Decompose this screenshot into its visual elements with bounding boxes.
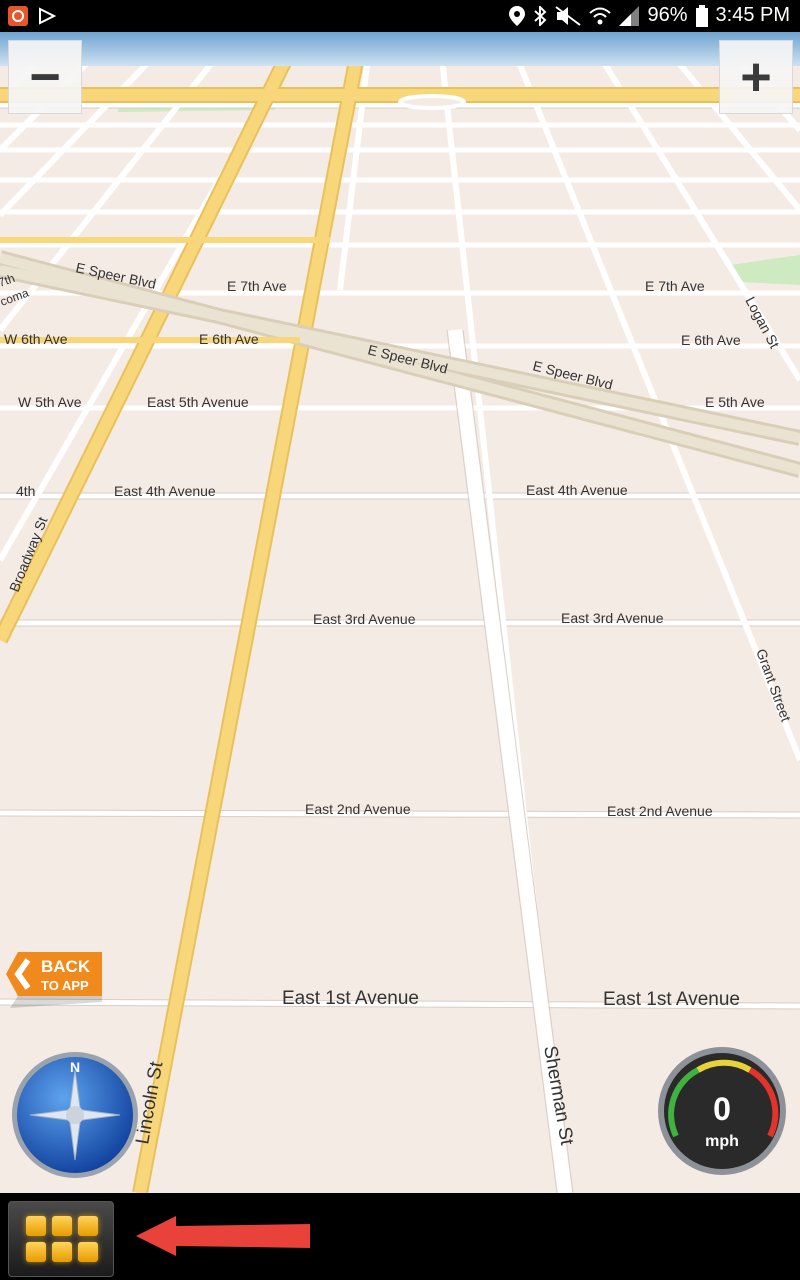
- street-label: East 4th Avenue: [114, 483, 216, 499]
- street-label: W 5th Ave: [18, 394, 82, 410]
- speedometer: 0 mph: [658, 1047, 786, 1175]
- speed-unit: mph: [705, 1133, 739, 1150]
- bottom-bar: [0, 1193, 800, 1280]
- back-label: BACK: [41, 957, 91, 976]
- battery-icon: [695, 4, 708, 27]
- location-icon: [509, 5, 526, 26]
- battery-percent: 96%: [647, 4, 688, 26]
- minus-icon: −: [29, 47, 61, 107]
- wifi-icon: [589, 7, 612, 24]
- street-label: E 7th Ave: [227, 278, 287, 294]
- street-label: E 6th Ave: [199, 331, 259, 347]
- street-label: East 1st Avenue: [282, 988, 419, 1009]
- street-label: E 6th Ave: [681, 332, 741, 348]
- app-notification-icon: [8, 6, 28, 26]
- street-label: Logan St: [742, 294, 782, 351]
- compass-button[interactable]: N: [10, 1050, 140, 1180]
- street-label: Grant Street: [753, 647, 794, 724]
- street-label: East 3rd Avenue: [313, 611, 416, 627]
- street-label: East 5th Avenue: [147, 394, 249, 410]
- street-label: East 2nd Avenue: [305, 801, 411, 817]
- bluetooth-icon: [534, 5, 547, 26]
- main-menu-button[interactable]: [8, 1201, 114, 1277]
- street-label: W 6th Ave: [4, 331, 68, 347]
- zoom-in-button[interactable]: +: [719, 40, 793, 114]
- back-to-app-button[interactable]: BACK TO APP: [6, 952, 102, 1008]
- mute-icon: [555, 5, 582, 26]
- street-label: East 1st Avenue: [603, 989, 740, 1010]
- clock: 3:45 PM: [715, 4, 790, 26]
- street-label: East 2nd Avenue: [607, 803, 713, 819]
- street-label: E 7th Ave: [645, 278, 705, 294]
- play-store-icon: [39, 7, 56, 25]
- map-horizon: [0, 32, 800, 66]
- signal-icon: [619, 5, 640, 26]
- street-label: 4th: [16, 483, 35, 499]
- zoom-out-button[interactable]: −: [8, 40, 82, 114]
- grid-menu-icon: [26, 1216, 98, 1262]
- plus-icon: +: [740, 47, 772, 107]
- street-map: E Speer Blvd E 7th Ave E 7th Ave Logan S…: [0, 36, 800, 1193]
- map-view[interactable]: E Speer Blvd E 7th Ave E 7th Ave Logan S…: [0, 32, 800, 1193]
- street-label: E 5th Ave: [705, 394, 765, 410]
- street-label: East 4th Avenue: [526, 482, 628, 498]
- status-bar: 96% 3:45 PM: [0, 0, 800, 32]
- compass-north-label: N: [70, 1059, 80, 1075]
- speed-value: 0: [713, 1091, 731, 1127]
- street-label: coma: [0, 286, 31, 309]
- arrow-left-icon: [136, 1216, 310, 1256]
- to-app-label: TO APP: [41, 978, 89, 993]
- street-label: East 3rd Avenue: [561, 610, 664, 626]
